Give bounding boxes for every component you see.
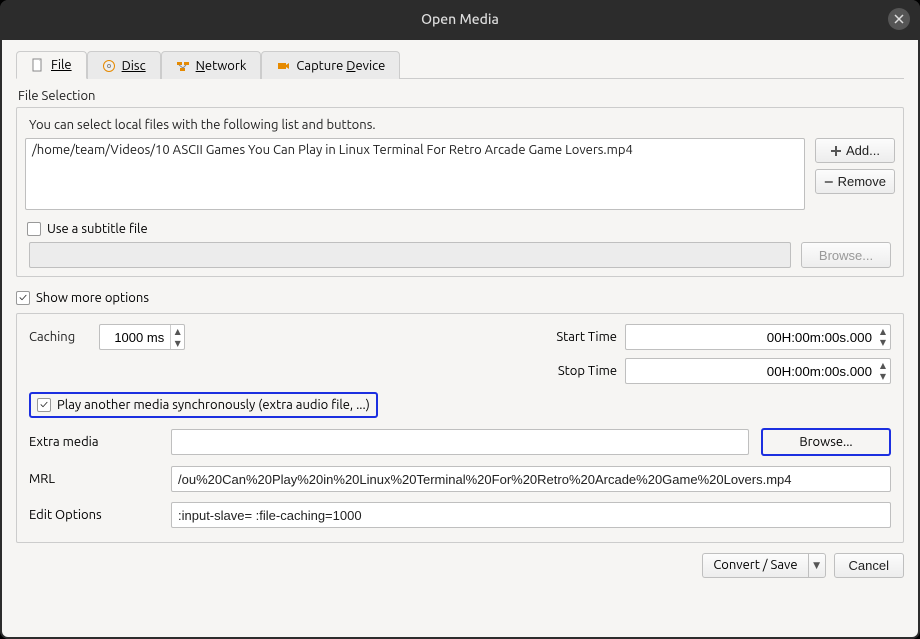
- chevron-up-icon[interactable]: ▲: [877, 326, 889, 337]
- tab-network[interactable]: Network: [161, 51, 262, 79]
- file-selection-panel: You can select local files with the foll…: [16, 107, 904, 277]
- tab-capture[interactable]: Capture Device: [261, 51, 400, 79]
- show-more-label: Show more options: [36, 291, 149, 305]
- subtitle-checkbox[interactable]: [27, 222, 41, 236]
- close-icon: [894, 14, 904, 24]
- file-help-text: You can select local files with the foll…: [29, 118, 895, 132]
- convert-save-button[interactable]: Convert / Save ▼: [702, 553, 825, 578]
- extra-media-input[interactable]: [171, 429, 749, 455]
- chevron-down-icon[interactable]: ▼: [877, 371, 889, 382]
- chevron-up-icon[interactable]: ▲: [171, 325, 184, 337]
- edit-options-label: Edit Options: [29, 508, 159, 522]
- file-selection-label: File Selection: [18, 89, 904, 103]
- convert-save-dropdown[interactable]: ▼: [808, 553, 826, 578]
- tab-file[interactable]: File: [16, 51, 87, 79]
- add-button[interactable]: Add...: [815, 138, 895, 163]
- plus-icon: [830, 145, 842, 157]
- extra-browse-button[interactable]: Browse...: [761, 428, 891, 456]
- mrl-label: MRL: [29, 472, 159, 486]
- sync-media-row: Play another media synchronously (extra …: [29, 392, 378, 418]
- extra-browse-label: Browse...: [799, 435, 852, 449]
- sync-media-label: Play another media synchronously (extra …: [57, 398, 370, 412]
- extra-media-label: Extra media: [29, 435, 159, 449]
- tabs: File Disc Network Capture Device: [16, 50, 904, 79]
- chevron-down-icon[interactable]: ▼: [171, 337, 184, 349]
- chevron-up-icon[interactable]: ▲: [877, 360, 889, 371]
- edit-options-input[interactable]: [171, 502, 891, 528]
- window-title: Open Media: [421, 11, 499, 27]
- file-list[interactable]: /home/team/Videos/10 ASCII Games You Can…: [25, 138, 805, 210]
- start-time-label: Start Time: [537, 330, 617, 344]
- tab-capture-label: Capture Device: [296, 59, 385, 73]
- tab-disc-label: Disc: [122, 59, 146, 73]
- chevron-down-icon: ▼: [813, 560, 820, 571]
- file-list-item[interactable]: /home/team/Videos/10 ASCII Games You Can…: [32, 143, 798, 157]
- remove-button-label: Remove: [838, 174, 886, 189]
- subtitle-label: Use a subtitle file: [47, 222, 148, 236]
- caching-spinbox[interactable]: ▲▼: [99, 324, 185, 350]
- start-time-input[interactable]: [625, 324, 891, 350]
- add-button-label: Add...: [846, 143, 880, 158]
- chevron-down-icon[interactable]: ▼: [877, 337, 889, 348]
- show-more-checkbox[interactable]: [16, 291, 30, 305]
- convert-save-label[interactable]: Convert / Save: [702, 553, 807, 578]
- cancel-button[interactable]: Cancel: [834, 553, 904, 578]
- subtitle-browse-button: Browse...: [801, 242, 891, 268]
- tab-network-label: Network: [196, 59, 247, 73]
- stop-time-input[interactable]: [625, 358, 891, 384]
- mrl-input[interactable]: [171, 466, 891, 492]
- remove-button[interactable]: Remove: [815, 169, 895, 194]
- more-options-panel: Caching ▲▼ Start Time ▲▼: [16, 313, 904, 543]
- minus-icon: [824, 176, 834, 188]
- file-icon: [31, 58, 45, 72]
- subtitle-path-input: [29, 242, 791, 268]
- stop-time-label: Stop Time: [537, 364, 617, 378]
- close-button[interactable]: [888, 8, 910, 30]
- caching-input[interactable]: [100, 330, 170, 345]
- tab-file-label: File: [51, 58, 72, 72]
- capture-icon: [276, 59, 290, 73]
- tab-disc[interactable]: Disc: [87, 51, 161, 79]
- network-icon: [176, 59, 190, 73]
- titlebar: Open Media: [0, 0, 920, 38]
- caching-label: Caching: [29, 330, 75, 344]
- sync-media-checkbox[interactable]: [37, 398, 51, 412]
- disc-icon: [102, 59, 116, 73]
